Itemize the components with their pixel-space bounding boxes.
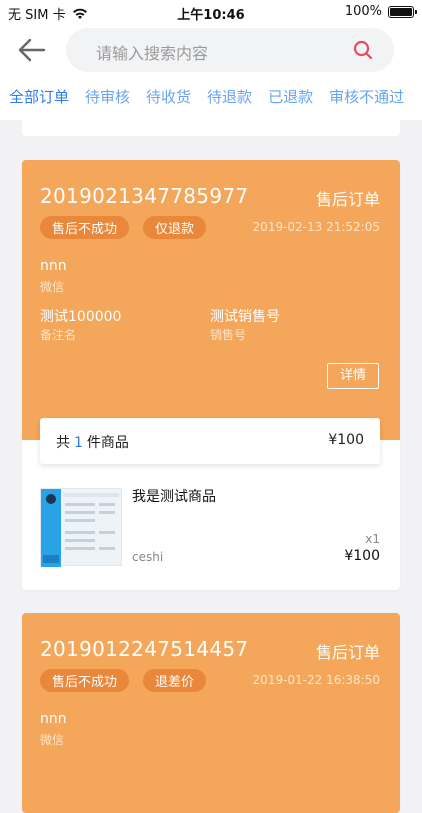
search-icon[interactable] <box>352 39 374 61</box>
tab-refunded[interactable]: 已退款 <box>268 76 313 107</box>
tab-all-orders[interactable]: 全部订单 <box>9 76 69 121</box>
summary-suffix: 件商品 <box>86 435 129 451</box>
tab-pending-receipt[interactable]: 待收货 <box>146 76 191 107</box>
order-summary: 共 1 件商品 ¥100 <box>40 418 380 464</box>
back-arrow-icon[interactable] <box>16 36 48 64</box>
summary-prefix: 共 <box>56 435 70 451</box>
customer-name: nnn <box>40 258 67 274</box>
product-quantity: x1 <box>365 532 380 546</box>
order-date: 2019-02-13 21:52:05 <box>252 220 380 234</box>
battery-icon <box>388 5 417 18</box>
status-bar: 无 SIM 卡 上午10:46 100% <box>0 0 422 24</box>
sales-no-value: 测试销售号 <box>210 309 280 325</box>
previous-order-card <box>22 110 400 136</box>
refund-type-badge: 退差价 <box>143 669 207 692</box>
tab-pending-refund[interactable]: 待退款 <box>207 76 252 107</box>
product-spec: ceshi <box>132 550 164 564</box>
battery-percent: 100% <box>344 4 382 19</box>
remark-value: 测试100000 <box>40 309 122 325</box>
item-count: 1 <box>74 435 83 451</box>
order-card-header: 2019021347785977 售后订单 售后不成功 仅退款 2019-02-… <box>22 160 400 440</box>
product-image-icon <box>41 489 119 567</box>
order-card[interactable]: 2019012247514457 售后订单 售后不成功 退差价 2019-01-… <box>22 613 400 813</box>
refund-type-badge: 仅退款 <box>143 216 207 239</box>
product-price: ¥100 <box>344 548 380 564</box>
sales-no-label: 销售号 <box>210 328 247 342</box>
order-card[interactable]: 2019021347785977 售后订单 售后不成功 仅退款 2019-02-… <box>22 160 400 590</box>
search-placeholder: 请输入搜索内容 <box>96 44 209 63</box>
detail-button[interactable]: 详情 <box>327 363 379 389</box>
order-date: 2019-01-22 16:38:50 <box>252 673 380 687</box>
customer-channel: 微信 <box>40 733 65 747</box>
remark-label: 备注名 <box>40 328 77 342</box>
top-bar: 请输入搜索内容 <box>0 24 422 76</box>
order-number: 2019021347785977 <box>40 184 249 208</box>
search-input[interactable]: 请输入搜索内容 <box>66 28 394 72</box>
customer-channel: 微信 <box>40 280 65 294</box>
order-card-header: 2019012247514457 售后订单 售后不成功 退差价 2019-01-… <box>22 613 400 813</box>
product-name: 我是测试商品 <box>132 489 216 505</box>
order-type: 售后订单 <box>315 190 380 209</box>
status-badge: 售后不成功 <box>40 216 130 239</box>
tab-review-failed[interactable]: 审核不通过 <box>329 76 404 107</box>
order-total: ¥100 <box>328 432 364 448</box>
tab-pending-review[interactable]: 待审核 <box>85 76 130 107</box>
order-number: 2019012247514457 <box>40 637 249 661</box>
order-type: 售后订单 <box>315 643 380 662</box>
customer-name: nnn <box>40 711 67 727</box>
product-thumbnail[interactable] <box>40 488 122 567</box>
status-badge: 售后不成功 <box>40 669 130 692</box>
